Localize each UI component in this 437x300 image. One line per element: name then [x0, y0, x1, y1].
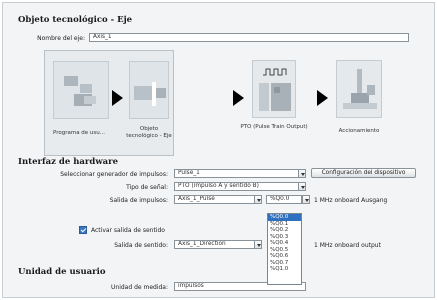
direction-output-label: Salida de sentido:: [114, 242, 168, 249]
tag-browse-icon[interactable]: [254, 195, 262, 204]
pulse-train-icon: [259, 68, 291, 111]
arrow-icon: [112, 90, 123, 106]
section-title-hardware: Interfaz de hardware: [18, 157, 119, 167]
direction-output-note: 1 MHz onboard output: [314, 242, 381, 249]
measure-unit-label: Unidad de medida:: [111, 284, 168, 291]
signal-type-label: Tipo de señal:: [126, 184, 168, 191]
device-configuration-button[interactable]: Configuración del dispositivo: [311, 168, 416, 178]
axis-name-label: Nombre del eje:: [37, 35, 85, 42]
axis-cylinder-icon: [134, 82, 166, 106]
diagram-label-program: Programa de usu...: [52, 130, 106, 136]
pulse-address-select[interactable]: %Q0.0: [266, 195, 302, 204]
pto-image: [252, 60, 296, 118]
activate-direction-label: Activar salida de sentido: [91, 227, 165, 234]
chevron-down-icon[interactable]: [298, 169, 306, 178]
program-blocks-icon: [64, 76, 96, 106]
address-dropdown-list: %Q0.0 %Q0.1 %Q0.2 %Q0.3 %Q0.4 %Q0.5 %Q0.…: [267, 213, 302, 285]
technology-object-image: [129, 61, 169, 119]
dropdown-option[interactable]: %Q1.0: [268, 266, 301, 273]
signal-type-select[interactable]: PTO (impulso A y sentido B): [174, 182, 306, 191]
pulse-output-note: 1 MHz onboard Ausgang: [314, 197, 388, 204]
diagram-label-technology-object: Objeto tecnológico - Eje: [126, 126, 172, 139]
diagram-label-drive: Accionamiento: [338, 128, 380, 134]
pulse-output-input[interactable]: Axis_1_Pulse: [174, 195, 255, 204]
activate-direction-checkbox[interactable]: [79, 226, 87, 234]
chevron-down-icon[interactable]: [298, 182, 306, 191]
chevron-down-icon[interactable]: [302, 195, 310, 204]
drive-image: [336, 60, 382, 118]
pulse-output-label: Salida de impulsos:: [109, 197, 168, 204]
flow-diagram-box: Programa de usu... Objeto tecnológico - …: [44, 50, 174, 156]
section-title-object: Objeto tecnológico - Eje: [18, 15, 133, 25]
diagram-label-pto: PTO (Pulse Train Output): [240, 124, 308, 130]
section-title-user-unit: Unidad de usuario: [18, 267, 106, 277]
arrow-icon: [233, 90, 244, 106]
tag-browse-icon[interactable]: [254, 240, 262, 249]
direction-output-input[interactable]: Axis_1_Direction: [174, 240, 255, 249]
user-program-image: [53, 61, 109, 119]
arrow-icon: [317, 90, 328, 106]
pulse-generator-select[interactable]: Pulse_1: [174, 169, 306, 178]
axis-name-input[interactable]: Axis_1: [89, 33, 409, 42]
pulse-generator-label: Seleccionar generador de impulsos:: [60, 171, 168, 178]
drive-motor-icon: [343, 69, 377, 109]
